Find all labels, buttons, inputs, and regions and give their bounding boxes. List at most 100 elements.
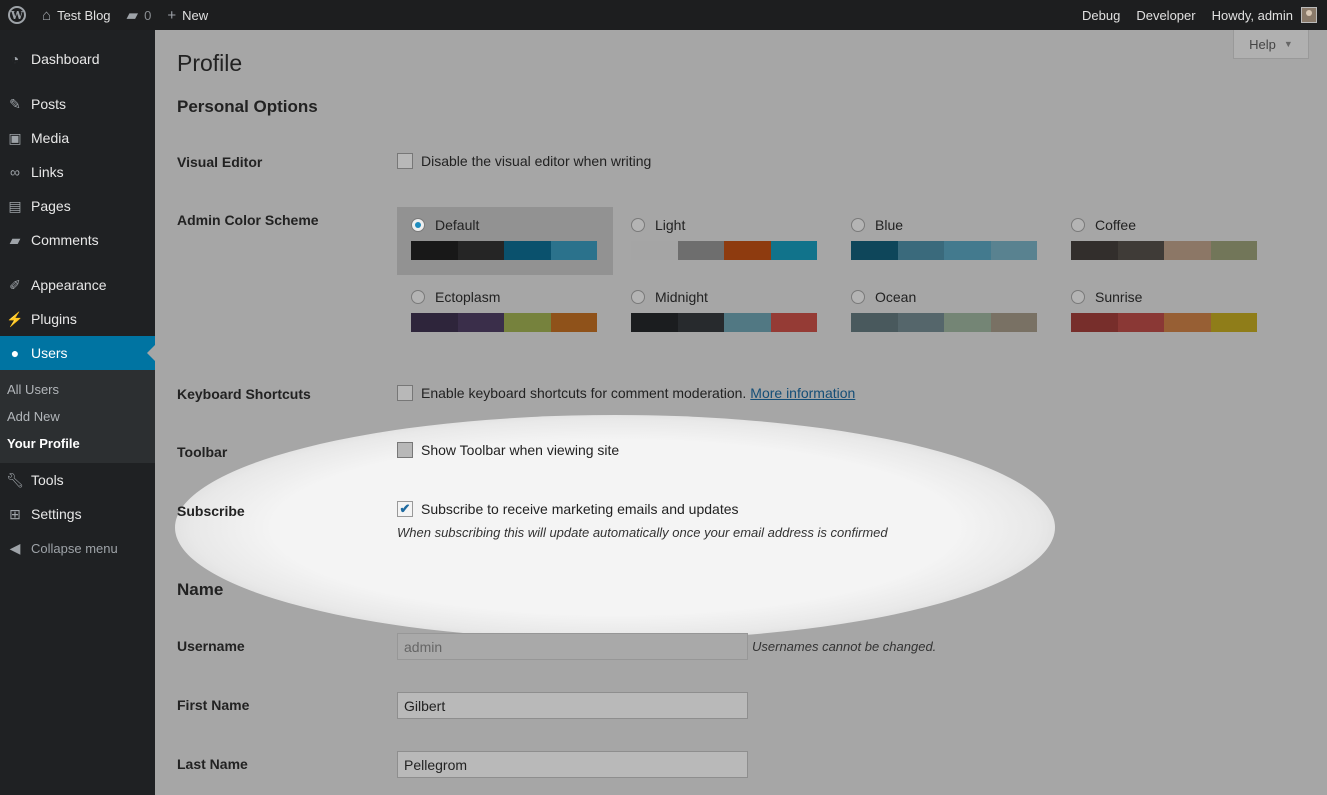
name-heading: Name <box>177 580 224 599</box>
subscribe-checkbox[interactable]: ✔ <box>397 501 413 517</box>
scheme-radio[interactable] <box>631 218 645 232</box>
visual-editor-checkbox[interactable] <box>397 153 413 169</box>
plug-icon: ⚡ <box>6 310 24 327</box>
scheme-radio[interactable] <box>631 290 645 304</box>
new-content-button[interactable]: + New <box>159 0 216 30</box>
developer-menu[interactable]: Developer <box>1128 0 1203 30</box>
brush-icon: ✐ <box>9 276 21 293</box>
sidebar-item-posts[interactable]: ✎ Posts <box>0 87 155 121</box>
site-name-link[interactable]: ⌂ Test Blog <box>34 0 119 30</box>
scheme-name: Midnight <box>655 289 708 305</box>
scheme-swatches <box>1071 241 1257 260</box>
scheme-swatches <box>631 241 817 260</box>
color-scheme-light[interactable]: Light <box>617 207 833 275</box>
scheme-name: Coffee <box>1095 217 1136 233</box>
color-scheme-ectoplasm[interactable]: Ectoplasm <box>397 279 613 347</box>
scheme-radio[interactable] <box>1071 290 1085 304</box>
sidebar-item-users[interactable]: ● Users <box>0 336 155 370</box>
color-scheme-coffee[interactable]: Coffee <box>1057 207 1273 275</box>
scheme-name: Sunrise <box>1095 289 1143 305</box>
scheme-radio[interactable] <box>411 290 425 304</box>
subscribe-label: Subscribe <box>177 503 245 519</box>
keyboard-shortcuts-option[interactable]: Enable keyboard shortcuts for comment mo… <box>397 385 855 401</box>
admin-color-scheme-label: Admin Color Scheme <box>177 212 319 228</box>
wordpress-logo-button[interactable]: W <box>0 0 34 30</box>
sidebar-item-label: Links <box>31 164 64 180</box>
scheme-radio[interactable] <box>1071 218 1085 232</box>
sidebar-item-comments[interactable]: ▰ Comments <box>0 223 155 257</box>
admin-sidebar: ◔ Dashboard ✎ Posts ▣ Media ∞ Links ▤ Pa… <box>0 30 155 795</box>
color-scheme-default[interactable]: Default <box>397 207 613 275</box>
comment-icon: ▰ <box>126 6 139 24</box>
site-name-label: Test Blog <box>57 7 111 23</box>
scheme-swatches <box>411 313 597 332</box>
sidebar-item-label: Appearance <box>31 277 107 293</box>
scheme-radio[interactable] <box>411 218 425 232</box>
admin-bar: W ⌂ Test Blog ▰ 0 + New Debug Developer … <box>0 0 1327 30</box>
subscribe-text: Subscribe to receive marketing emails an… <box>421 501 739 517</box>
comments-link[interactable]: ▰ 0 <box>119 0 160 30</box>
last-name-label: Last Name <box>177 756 248 772</box>
sidebar-item-label: Settings <box>31 506 82 522</box>
username-label: Username <box>177 638 245 654</box>
toolbar-text: Show Toolbar when viewing site <box>421 442 620 458</box>
scheme-name: Ocean <box>875 289 917 305</box>
color-scheme-ocean[interactable]: Ocean <box>837 279 1053 347</box>
settings-icon: ⊞ <box>9 505 21 522</box>
submenu-item-all-users[interactable]: All Users <box>0 376 155 403</box>
toolbar-label: Toolbar <box>177 444 228 460</box>
sidebar-item-appearance[interactable]: ✐ Appearance <box>0 268 155 302</box>
visual-editor-option[interactable]: Disable the visual editor when writing <box>397 153 651 169</box>
first-name-field[interactable] <box>397 692 748 719</box>
collapse-arrow-icon: ◀ <box>9 539 21 556</box>
submenu-item-label: All Users <box>7 382 60 397</box>
keyboard-shortcuts-checkbox[interactable] <box>397 385 413 401</box>
sidebar-item-label: Users <box>31 345 68 361</box>
account-menu[interactable]: Howdy, admin <box>1204 0 1327 30</box>
collapse-menu-label: Collapse menu <box>31 540 118 556</box>
scheme-name: Light <box>655 217 686 233</box>
submenu-item-label: Your Profile <box>7 436 80 451</box>
scheme-radio[interactable] <box>851 218 865 232</box>
dashboard-icon: ◔ <box>10 51 20 67</box>
scheme-swatches <box>851 313 1037 332</box>
main-content: Help ▼ Profile Personal Options Visual E… <box>155 30 1327 795</box>
toolbar-option[interactable]: Show Toolbar when viewing site <box>397 442 619 458</box>
scheme-swatches <box>411 241 597 260</box>
personal-options-heading: Personal Options <box>177 97 318 116</box>
user-icon: ● <box>10 345 20 361</box>
sidebar-item-label: Dashboard <box>31 51 100 67</box>
sidebar-item-label: Media <box>31 130 70 146</box>
checkmark-icon: ✔ <box>399 501 411 516</box>
submenu-item-add-new[interactable]: Add New <box>0 403 155 430</box>
sidebar-item-settings[interactable]: ⊞ Settings <box>0 497 155 531</box>
sidebar-item-tools[interactable]: 🔧︎ Tools <box>0 463 155 497</box>
wrench-icon: 🔧︎ <box>6 471 24 488</box>
color-scheme-midnight[interactable]: Midnight <box>617 279 833 347</box>
toolbar-checkbox[interactable] <box>397 442 413 458</box>
submenu-item-your-profile[interactable]: Your Profile <box>0 430 155 457</box>
subscribe-option[interactable]: ✔ Subscribe to receive marketing emails … <box>397 501 739 517</box>
sidebar-item-links[interactable]: ∞ Links <box>0 155 155 189</box>
debug-menu[interactable]: Debug <box>1074 0 1128 30</box>
avatar <box>1301 7 1317 23</box>
scheme-radio[interactable] <box>851 290 865 304</box>
sidebar-item-label: Pages <box>31 198 71 214</box>
username-hint: Usernames cannot be changed. <box>752 639 937 654</box>
scheme-swatches <box>851 241 1037 260</box>
collapse-menu-button[interactable]: ◀ Collapse menu <box>0 531 155 565</box>
more-information-link[interactable]: More information <box>750 385 855 401</box>
color-scheme-blue[interactable]: Blue <box>837 207 1053 275</box>
color-scheme-sunrise[interactable]: Sunrise <box>1057 279 1273 347</box>
sidebar-item-plugins[interactable]: ⚡ Plugins <box>0 302 155 336</box>
username-field[interactable] <box>397 633 748 660</box>
scheme-swatches <box>631 313 817 332</box>
sidebar-item-pages[interactable]: ▤ Pages <box>0 189 155 223</box>
last-name-field[interactable] <box>397 751 748 778</box>
scheme-name: Blue <box>875 217 904 233</box>
sidebar-item-media[interactable]: ▣ Media <box>0 121 155 155</box>
sidebar-item-dashboard[interactable]: ◔ Dashboard <box>0 42 155 76</box>
sidebar-item-label: Posts <box>31 96 67 112</box>
sidebar-item-label: Tools <box>31 472 64 488</box>
help-button[interactable]: Help ▼ <box>1233 30 1309 59</box>
